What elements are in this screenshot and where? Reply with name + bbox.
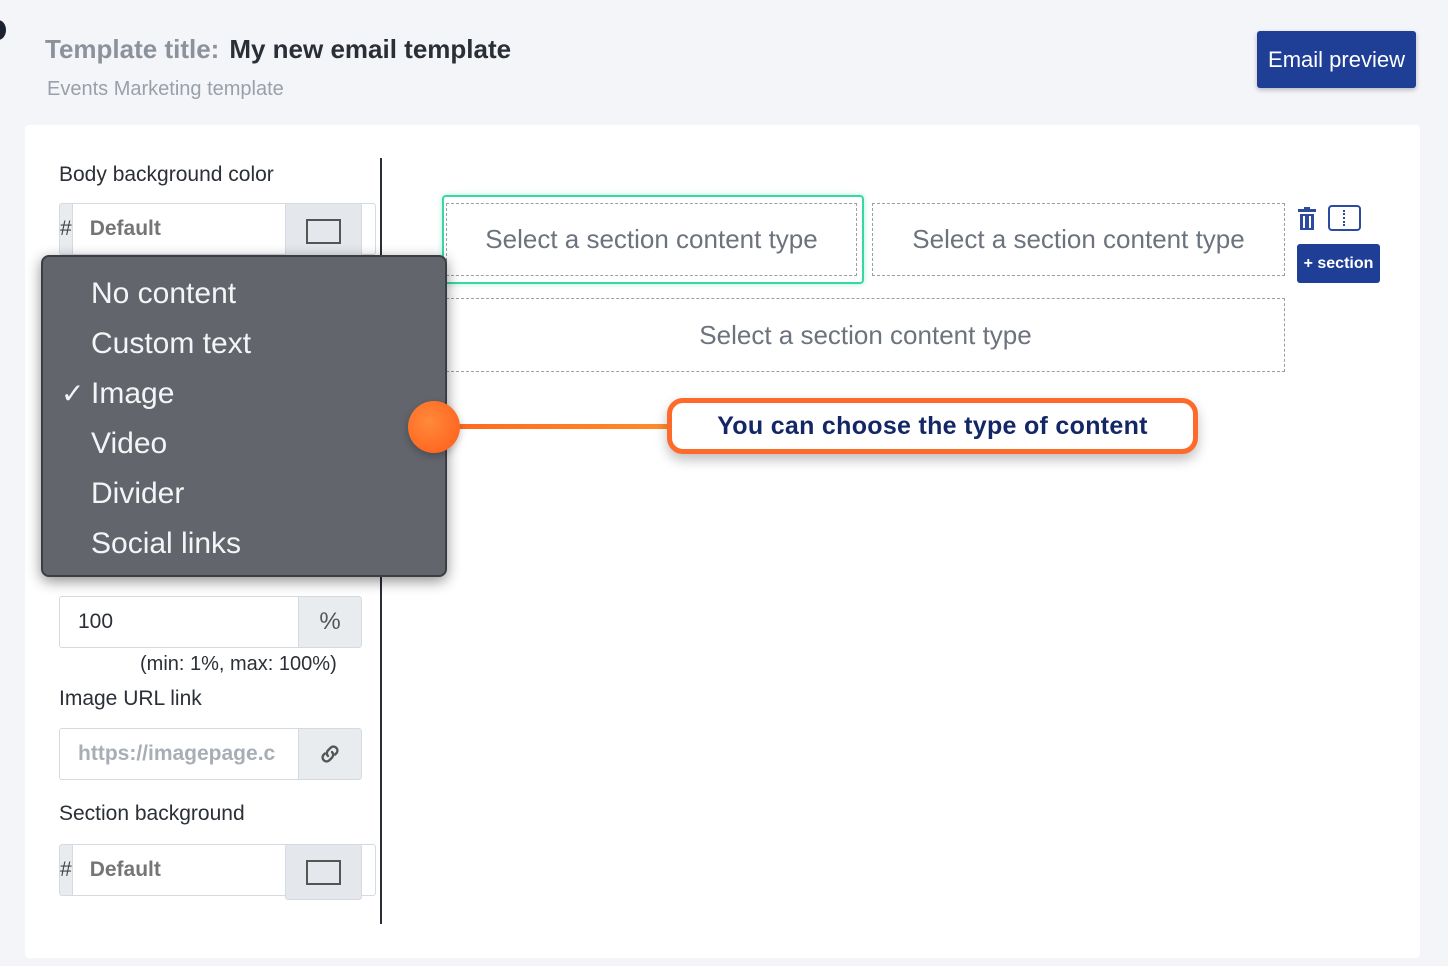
hash-prefix: # xyxy=(59,844,72,896)
image-url-label: Image URL link xyxy=(59,687,202,710)
width-field: % xyxy=(59,596,362,648)
template-subtitle: Events Marketing template xyxy=(47,78,284,100)
callout-box: You can choose the type of content xyxy=(667,398,1198,454)
section-background-field: # xyxy=(59,844,376,896)
corner-dot xyxy=(0,20,6,40)
dropdown-option-video[interactable]: Video xyxy=(43,421,445,471)
section-slot-2[interactable]: Select a section content type xyxy=(872,203,1285,276)
dropdown-option-no-content[interactable]: No content xyxy=(43,271,445,321)
dropdown-option-custom-text[interactable]: Custom text xyxy=(43,321,445,371)
image-url-input[interactable] xyxy=(59,728,298,780)
dropdown-option-divider[interactable]: Divider xyxy=(43,471,445,521)
callout-connector xyxy=(455,424,670,429)
color-swatch-icon xyxy=(306,218,341,244)
selected-section-outline xyxy=(442,195,864,284)
width-hint: (min: 1%, max: 100%) xyxy=(140,653,337,675)
image-url-field xyxy=(59,728,362,780)
hash-prefix: # xyxy=(59,203,72,255)
content-type-dropdown[interactable]: No content Custom text ✓ Image Video Divi… xyxy=(41,255,447,577)
color-swatch-icon xyxy=(306,859,341,885)
check-icon: ✓ xyxy=(61,378,85,409)
trash-icon[interactable] xyxy=(1297,207,1317,231)
dropdown-option-image[interactable]: ✓ Image xyxy=(43,371,445,421)
add-section-button[interactable]: + section xyxy=(1297,244,1380,283)
dropdown-option-social-links[interactable]: Social links xyxy=(43,521,445,571)
link-icon[interactable] xyxy=(298,728,362,780)
body-background-field: # xyxy=(59,203,376,255)
callout-dot xyxy=(408,401,460,453)
template-title-label: Template title: xyxy=(45,34,220,64)
percent-icon: % xyxy=(298,596,362,648)
page-title: Template title: My new email template xyxy=(45,34,511,65)
width-input[interactable] xyxy=(59,596,298,648)
section-slot-3[interactable]: Select a section content type xyxy=(446,298,1285,372)
section-background-label: Section background xyxy=(59,802,245,825)
section-background-swatch-button[interactable] xyxy=(285,844,362,900)
columns-icon[interactable] xyxy=(1328,205,1361,231)
body-background-swatch-button[interactable] xyxy=(285,203,362,259)
template-title-value[interactable]: My new email template xyxy=(229,34,511,64)
email-preview-button[interactable]: Email preview xyxy=(1257,31,1416,88)
body-background-label: Body background color xyxy=(59,163,274,186)
